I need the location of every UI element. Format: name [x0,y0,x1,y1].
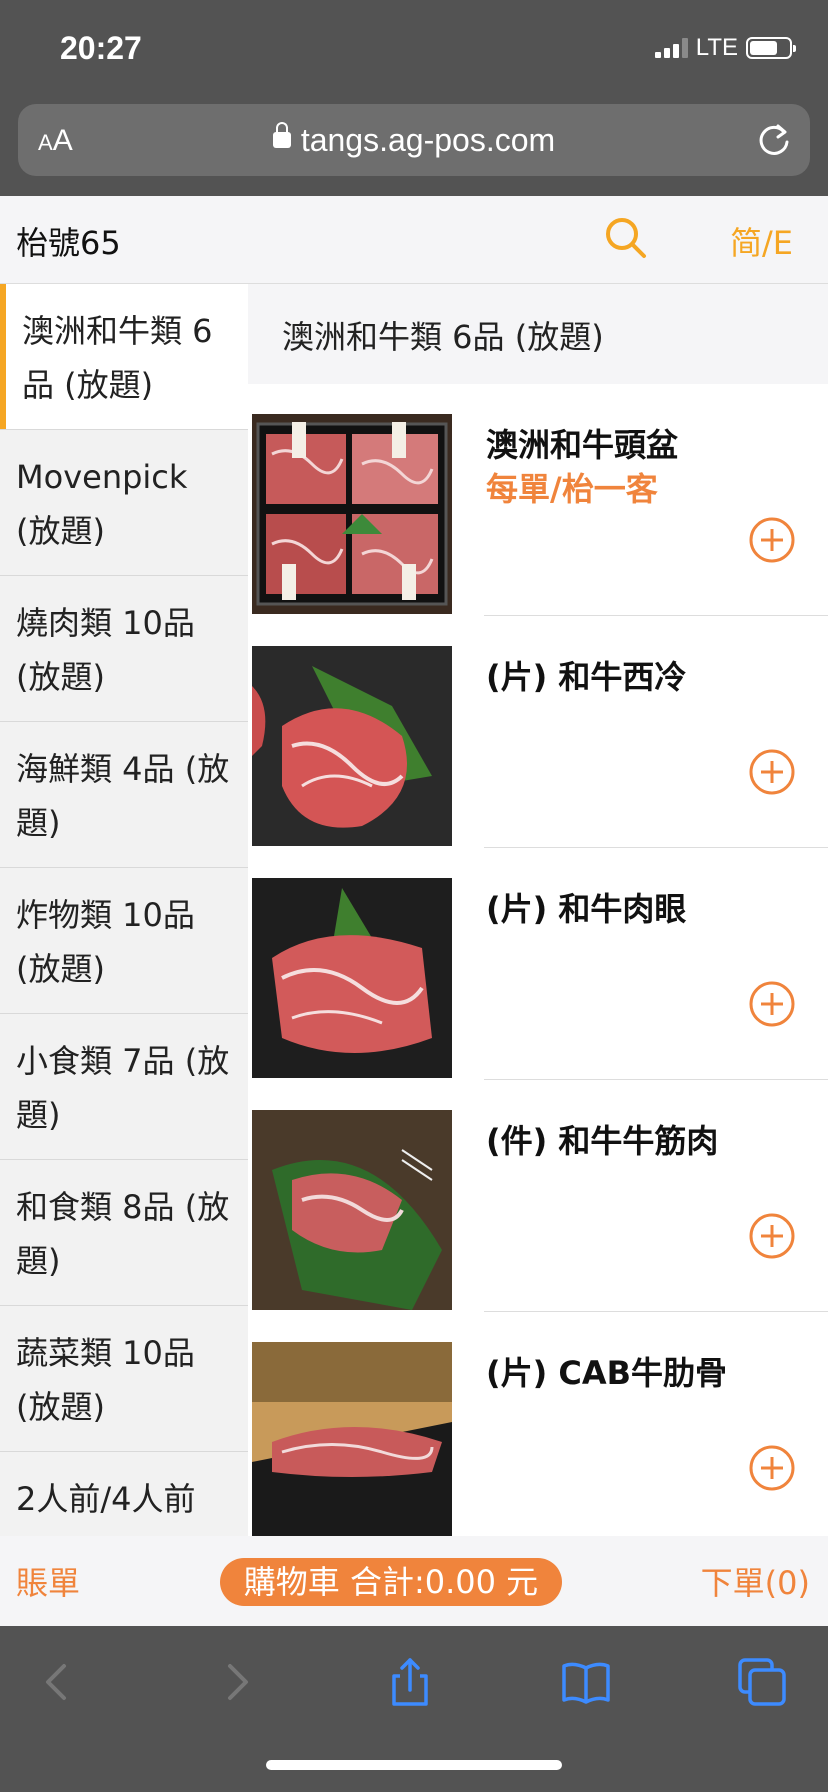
category-label: 小食類 7品 (放題) [16,1042,230,1134]
share-icon[interactable] [382,1654,438,1710]
product-name: (片) CAB牛肋骨 [486,1354,728,1392]
add-icon[interactable] [748,516,796,564]
product-image [252,646,452,846]
product-item[interactable]: (件) 和牛牛筋肉 [248,1080,828,1312]
category-item[interactable]: 小食類 7品 (放題) [0,1014,248,1160]
product-name: (片) 和牛肉眼 [486,890,687,928]
category-item[interactable]: 燒肉類 10品 (放題) [0,576,248,722]
category-label: 和食類 8品 (放題) [16,1188,230,1280]
network-label: LTE [695,34,738,61]
category-label: 炸物類 10品 (放題) [16,896,195,988]
product-name: (件) 和牛牛筋肉 [486,1122,719,1160]
section-title: 澳洲和牛類 6品 (放題) [248,284,828,384]
category-label: 澳洲和牛類 6品 (放題) [22,312,213,404]
product-name: (片) 和牛西冷 [486,658,687,696]
category-item[interactable]: Movenpick (放題) [0,430,248,576]
lock-icon [272,121,291,148]
tabs-icon[interactable] [734,1654,790,1710]
reload-icon[interactable] [754,120,794,160]
add-icon[interactable] [748,980,796,1028]
add-icon[interactable] [748,1444,796,1492]
category-label: 2人前/4人前 [16,1480,196,1518]
category-label: 海鮮類 4品 (放題) [16,750,230,842]
category-label: 燒肉類 10品 (放題) [16,604,195,696]
url-display[interactable]: tangs.ag-pos.com [18,121,810,159]
browser-chrome: AA tangs.ag-pos.com [0,100,828,196]
category-sidebar: 澳洲和牛類 6品 (放題) Movenpick (放題) 燒肉類 10品 (放題… [0,284,248,1536]
category-label: Movenpick (放題) [16,458,188,550]
app-header: 枱號65 简/E [0,196,828,284]
category-item[interactable]: 蔬菜類 10品 (放題) [0,1306,248,1452]
bottom-action-bar: 賬單 購物車 合計:0.00 元 下單(0) [0,1536,828,1626]
bill-button[interactable]: 賬單 [16,1558,80,1604]
product-image [252,414,452,614]
url-text: tangs.ag-pos.com [300,122,556,158]
status-time: 20:27 [60,30,142,66]
place-order-button[interactable]: 下單(0) [701,1558,810,1604]
product-item[interactable]: (片) 和牛西冷 [248,616,828,848]
search-icon[interactable] [602,214,650,262]
product-item[interactable]: 澳洲和牛頭盆 每單/枱一客 [248,384,828,616]
forward-icon[interactable] [208,1654,264,1710]
cart-total-button[interactable]: 購物車 合計:0.00 元 [220,1558,562,1606]
product-image [252,1342,452,1536]
category-item[interactable]: 和食類 8品 (放題) [0,1160,248,1306]
product-list: 澳洲和牛頭盆 每單/枱一客 (片) 和牛西冷 (片) 和牛肉眼 (件) 和牛牛筋… [248,384,828,1536]
product-list-panel: 澳洲和牛類 6品 (放題) 澳洲和牛頭盆 每單/枱一客 (片) 和牛西冷 (片)… [248,284,828,1536]
bookmarks-icon[interactable] [558,1654,614,1710]
status-indicators: LTE [654,34,796,62]
status-bar: 20:27 LTE [0,0,828,100]
signal-icon [654,38,688,58]
category-item[interactable]: 澳洲和牛類 6品 (放題) [0,284,248,430]
table-number: 枱號65 [16,224,121,262]
add-icon[interactable] [748,748,796,796]
product-item[interactable]: (片) CAB牛肋骨 [248,1312,828,1536]
product-image [252,1110,452,1310]
category-item[interactable]: 炸物類 10品 (放題) [0,868,248,1014]
category-label: 蔬菜類 10品 (放題) [16,1334,195,1426]
home-indicator[interactable] [266,1760,562,1770]
url-bar[interactable]: AA tangs.ag-pos.com [18,104,810,176]
product-image [252,878,452,1078]
back-icon[interactable] [30,1654,86,1710]
product-note: 每單/枱一客 [486,470,658,508]
add-icon[interactable] [748,1212,796,1260]
category-item[interactable]: 2人前/4人前 [0,1452,248,1536]
language-toggle[interactable]: 简/E [730,218,793,264]
battery-icon [746,37,796,59]
product-item[interactable]: (片) 和牛肉眼 [248,848,828,1080]
product-name: 澳洲和牛頭盆 [486,426,679,464]
category-item[interactable]: 海鮮類 4品 (放題) [0,722,248,868]
